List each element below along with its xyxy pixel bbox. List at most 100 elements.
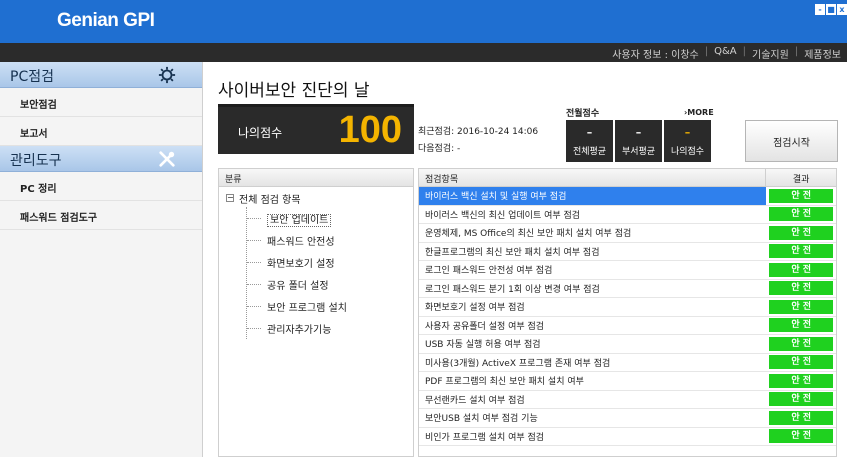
column-header-item[interactable]: 점검항목 (419, 169, 767, 186)
result-badge: 안 전 (769, 225, 834, 240)
collapse-icon[interactable]: − (226, 194, 234, 202)
table-row[interactable]: 운영체제, MS Office의 최신 보안 패치 설치 여부 점검 안 전 (419, 224, 836, 243)
sidebar-item-report[interactable]: 보고서 (0, 117, 202, 146)
row-item: 보안USB 설치 여부 점검 기능 (425, 414, 538, 425)
sidebar-section-title: PC점검 (10, 69, 54, 85)
stat-label: 부서평균 (621, 147, 656, 157)
row-result-cell: 안 전 (766, 261, 836, 279)
row-result-cell: 안 전 (766, 298, 836, 316)
user-info-link[interactable]: 사용자 정보 : 이창수 (612, 46, 699, 61)
table-row[interactable]: 보안USB 설치 여부 점검 기능 안 전 (419, 409, 836, 428)
my-score-value: 100 (338, 109, 402, 151)
nav-separator: | (704, 46, 709, 57)
table-row[interactable]: 로그인 패스워드 안전성 여부 점검 안 전 (419, 261, 836, 280)
table-row[interactable]: 비인가 프로그램 설치 여부 점검 안 전 (419, 428, 836, 446)
table-row[interactable]: 화면보호기 설정 여부 점검 안 전 (419, 298, 836, 317)
table-row[interactable]: USB 자동 실행 허용 여부 점검 안 전 (419, 335, 836, 354)
product-info-link[interactable]: 제품정보 (804, 46, 841, 61)
stat-dept-average: – 부서평균 (615, 120, 662, 162)
table-row[interactable]: 무선랜카드 설치 여부 점검 안 전 (419, 391, 836, 409)
result-badge: 안 전 (769, 188, 834, 203)
table-row[interactable]: 한글프로그램의 최신 보안 패치 설치 여부 점검 안 전 (419, 243, 836, 261)
stat-label: 전체평균 (572, 147, 607, 157)
result-badge: 안 전 (769, 207, 834, 222)
stat-label: 나의점수 (670, 147, 705, 157)
row-item: 무선랜카드 설치 여부 점검 (425, 395, 525, 406)
sidebar-section-pc-check[interactable]: PC점검 (0, 62, 202, 88)
tree-item-label: 패스워드 안전성 (267, 237, 335, 248)
row-item: 바이러스 백신 설치 및 실행 여부 점검 (419, 187, 767, 205)
start-check-button[interactable]: 점검시작 (745, 120, 838, 162)
result-badge: 안 전 (769, 281, 834, 296)
main-content: 사이버보안 진단의 날 나의점수 100 최근점검: 2016-10-24 14… (204, 62, 847, 457)
maximize-button[interactable]: ■ (826, 4, 836, 15)
sidebar-item-pc-cleanup[interactable]: PC 정리 (0, 172, 202, 201)
sidebar-item-password-tool[interactable]: 패스워드 점검도구 (0, 201, 202, 230)
row-item: 화면보호기 설정 여부 점검 (425, 303, 525, 314)
sidebar-section-title: 관리도구 (10, 153, 62, 169)
table-row[interactable]: 미사용(3개월) ActiveX 프로그램 존재 여부 점검 안 전 (419, 354, 836, 372)
stat-value: – (586, 126, 593, 139)
close-button[interactable]: x (837, 4, 847, 15)
stat-total-average: – 전체평균 (566, 120, 613, 162)
tree-header: 분류 (219, 169, 413, 187)
row-result-cell: 안 전 (766, 428, 836, 446)
tree-item-label: 보안 업데이트 (267, 214, 332, 227)
tree-children: 보안 업데이트 패스워드 안전성 화면보호기 설정 공유 폴더 설정 보안 프로… (246, 207, 413, 339)
sidebar-section-management-tools[interactable]: 관리도구 (0, 146, 202, 172)
result-badge: 안 전 (769, 392, 834, 407)
tree-item[interactable]: 보안 프로그램 설치 (247, 295, 413, 317)
result-badge: 안 전 (769, 336, 834, 351)
row-item: 한글프로그램의 최신 보안 패치 설치 여부 점검 (425, 247, 600, 258)
result-badge: 안 전 (769, 244, 834, 259)
row-item: PDF 프로그램의 최신 보안 패치 설치 여부 (425, 377, 584, 388)
gear-icon (158, 66, 176, 84)
row-result-cell: 안 전 (766, 187, 836, 205)
row-result-cell: 안 전 (766, 280, 836, 298)
table-row[interactable]: PDF 프로그램의 최신 보안 패치 설치 여부 안 전 (419, 372, 836, 391)
tree-item-label: 관리자추가기능 (267, 325, 332, 336)
nav-separator: | (742, 46, 746, 57)
app-logo: Genian GPI (57, 10, 155, 31)
column-header-result[interactable]: 결과 (766, 169, 836, 186)
tree-item[interactable]: 보안 업데이트 (247, 207, 413, 229)
row-result-cell: 안 전 (766, 409, 836, 427)
my-score-panel: 나의점수 100 (218, 104, 414, 154)
minimize-button[interactable]: - (815, 4, 825, 15)
row-item: 바이러스 백신의 최신 업데이트 여부 점검 (425, 210, 581, 221)
tree-item[interactable]: 화면보호기 설정 (247, 251, 413, 273)
row-item: 사용자 공유폴더 설정 여부 점검 (425, 321, 545, 332)
support-link[interactable]: 기술지원 (752, 46, 789, 61)
stat-value: – (684, 126, 691, 139)
result-badge: 안 전 (769, 373, 834, 388)
row-result-cell: 안 전 (766, 224, 836, 242)
row-result-cell: 안 전 (766, 243, 836, 261)
sidebar-item-security-check[interactable]: 보안점검 (0, 88, 202, 117)
next-check-date: 다음점검: - (418, 144, 461, 154)
tree-root[interactable]: − 전체 점검 항목 (219, 187, 413, 207)
page-title: 사이버보안 진단의 날 (218, 81, 370, 101)
tree-item[interactable]: 관리자추가기능 (247, 317, 413, 339)
overall-score-title: 전월점수 (566, 109, 600, 119)
result-badge: 안 전 (769, 318, 834, 333)
row-result-cell: 안 전 (766, 372, 836, 390)
sidebar: PC점검 보안점검 보고서 관리도구 PC 정리 패스워드 점검도구 (0, 62, 203, 457)
row-result-cell: 안 전 (766, 206, 836, 224)
qa-link[interactable]: Q&A (714, 46, 737, 61)
result-badge: 안 전 (769, 299, 834, 314)
row-item: 비인가 프로그램 설치 여부 점검 (425, 432, 545, 443)
my-score-label: 나의점수 (238, 126, 283, 140)
table-header: 점검항목 결과 (419, 169, 836, 187)
table-row[interactable]: 사용자 공유폴더 설정 여부 점검 안 전 (419, 317, 836, 335)
row-result-cell: 안 전 (766, 391, 836, 409)
row-item: 로그인 패스워드 안전성 여부 점검 (425, 266, 553, 277)
recent-check-date: 최근점검: 2016-10-24 14:06 (418, 127, 539, 137)
tree-item[interactable]: 패스워드 안전성 (247, 229, 413, 251)
top-menu-bar: 사용자 정보 : 이창수 | Q&A | 기술지원 | 제품정보 (0, 43, 847, 62)
table-row[interactable]: 바이러스 백신 설치 및 실행 여부 점검 안 전 (419, 187, 836, 206)
table-row[interactable]: 바이러스 백신의 최신 업데이트 여부 점검 안 전 (419, 206, 836, 224)
tree-item[interactable]: 공유 폴더 설정 (247, 273, 413, 295)
table-row[interactable]: 로그인 패스워드 분기 1회 이상 변경 여부 점검 안 전 (419, 280, 836, 298)
check-dates: 최근점검: 2016-10-24 14:06 다음점검: - (418, 124, 538, 158)
more-link[interactable]: ›MORE (684, 108, 714, 117)
